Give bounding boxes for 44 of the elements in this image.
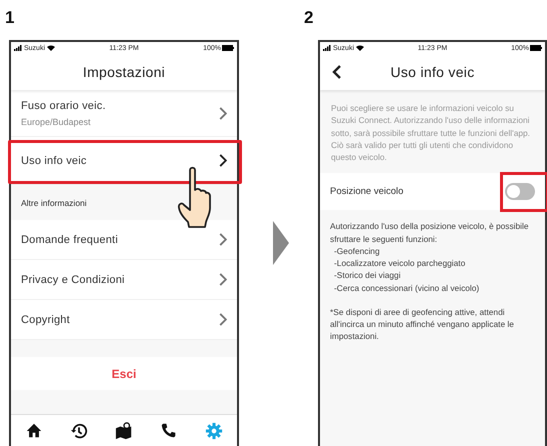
chevron-right-icon xyxy=(219,154,227,167)
setting-value: Europe/Budapest xyxy=(21,116,92,126)
chevron-right-icon xyxy=(219,106,227,120)
toggle-switch[interactable] xyxy=(505,183,535,200)
info-text: Autorizzando l'uso della posizione veicolo, è possibile sfruttare le seguenti funzioni: xyxy=(330,220,530,245)
setting-label: Uso info veic xyxy=(21,154,88,166)
setting-label: Copyright xyxy=(21,314,71,326)
screen-title: Uso info veic xyxy=(390,64,475,80)
settings-row[interactable]: Privacy e Condizioni xyxy=(11,260,237,300)
setting-label: Posizione veicolo xyxy=(330,186,404,198)
setting-label: Privacy e Condizioni xyxy=(21,274,126,286)
section-header: Altre informazioni xyxy=(21,198,87,208)
map-icon[interactable] xyxy=(114,422,133,440)
chevron-right-icon xyxy=(219,313,227,326)
battery-icon xyxy=(530,45,542,51)
wifi-icon xyxy=(47,45,56,51)
home-icon[interactable] xyxy=(24,422,43,440)
setting-label: Fuso orario veic. xyxy=(21,100,107,112)
feature-item: -Geofencing xyxy=(333,244,381,258)
phone-icon[interactable] xyxy=(160,422,178,440)
chevron-right-icon xyxy=(219,233,227,246)
feature-item: -Storico dei viaggi xyxy=(333,269,402,282)
screen-title: Impostazioni xyxy=(82,64,166,80)
arrow-right-icon xyxy=(272,221,288,265)
wifi-icon xyxy=(356,45,364,51)
settings-row[interactable]: Fuso orario veic. Europe/Budapest xyxy=(11,90,237,137)
chevron-right-icon xyxy=(219,273,227,286)
history-icon[interactable] xyxy=(70,422,88,440)
setting-label: Domande frequenti xyxy=(21,234,119,246)
feature-item: -Cerca concessionari (vicino al veicolo) xyxy=(333,282,480,294)
settings-row[interactable]: Domande frequenti xyxy=(11,220,237,260)
hand-pointer-icon xyxy=(177,166,211,228)
battery-icon xyxy=(222,45,234,51)
signal-icon xyxy=(14,45,22,51)
step-number: 2 xyxy=(304,7,314,29)
signal-icon xyxy=(323,45,331,51)
footnote-text: *Se disponi di aree di geofencing attive, attendi all'incirca un minuto affinché vengano applicate le impostazioni. xyxy=(330,306,515,342)
settings-row[interactable]: Copyright xyxy=(11,300,237,340)
back-icon[interactable] xyxy=(332,65,341,79)
logout-button[interactable]: Esci xyxy=(106,364,142,382)
step-number: 1 xyxy=(5,7,14,29)
feature-item: -Localizzatore veicolo parcheggiato xyxy=(333,257,466,270)
description-text: Puoi scegliere se usare le informazioni veicolo su Suzuki Connect. Autorizzando l'uso delle informazioni sotto, sarà possibile sfruttare tutte le funzioni dell'app. Ciò sarà valido per tutti gli utenti che condividono questo veicolo. xyxy=(330,102,531,164)
settings-icon[interactable] xyxy=(205,422,224,440)
